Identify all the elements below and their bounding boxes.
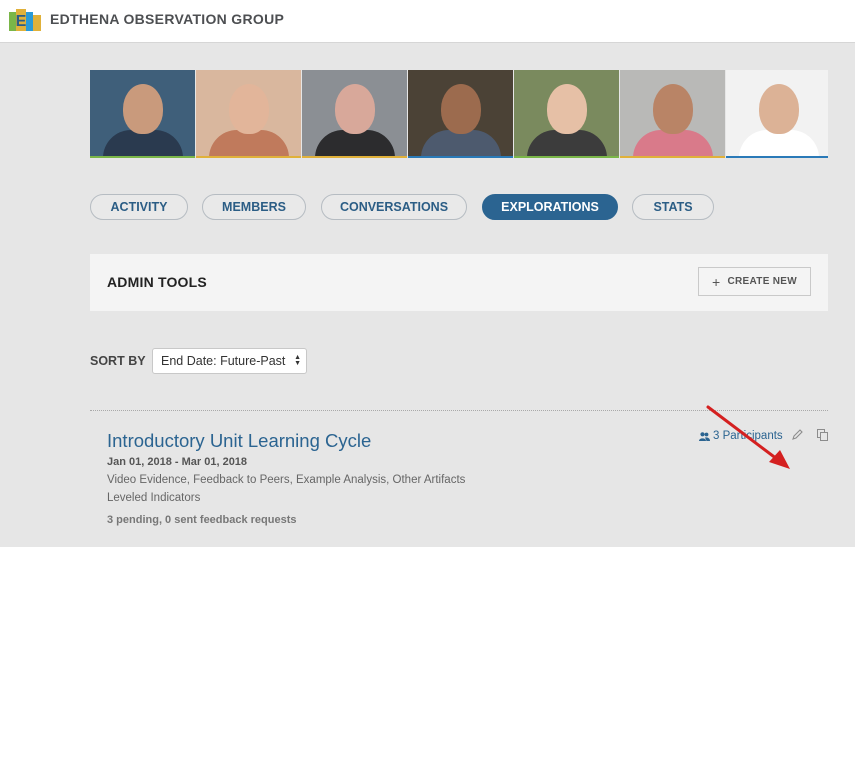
member-photo-5[interactable] (514, 70, 619, 158)
exploration-indicators: Leveled Indicators (107, 492, 201, 504)
photo-stripe (620, 156, 725, 158)
photo-stripe (408, 156, 513, 158)
photo-shoulders (208, 130, 289, 158)
photo-shoulders (314, 130, 395, 158)
tab-members[interactable]: MEMBERS (202, 194, 306, 220)
photo-face (440, 84, 481, 134)
plus-icon: + (712, 273, 721, 290)
select-arrows-icon: ▲ ▼ (294, 354, 301, 367)
copy-icon[interactable] (817, 429, 828, 441)
member-photo-banner (90, 70, 828, 158)
photo-stripe (90, 156, 195, 158)
logo-letter: E (16, 13, 27, 30)
tab-conversations[interactable]: CONVERSATIONS (321, 194, 467, 220)
edthena-logo[interactable]: E (9, 9, 41, 31)
photo-face (122, 84, 163, 134)
photo-shoulders (632, 130, 713, 158)
sort-selected-value: End Date: Future-Past (161, 354, 286, 368)
member-photo-6[interactable] (620, 70, 725, 158)
feedback-status: 3 pending, 0 sent feedback requests (107, 514, 297, 526)
tab-explorations[interactable]: EXPLORATIONS (482, 194, 618, 220)
sort-select[interactable]: End Date: Future-Past ▲ ▼ (152, 348, 307, 374)
top-bar: E EDTHENA OBSERVATION GROUP (0, 0, 855, 43)
photo-stripe (726, 156, 828, 158)
exploration-dates: Jan 01, 2018 - Mar 01, 2018 (107, 456, 248, 468)
create-new-button[interactable]: + CREATE NEW (698, 267, 811, 296)
photo-stripe (196, 156, 301, 158)
sort-by-label: SORT BY (90, 354, 146, 368)
member-photo-7[interactable] (726, 70, 828, 158)
member-photo-2[interactable] (196, 70, 301, 158)
photo-face (546, 84, 587, 134)
photo-shoulders (738, 130, 819, 158)
admin-tools-title: ADMIN TOOLS (107, 274, 207, 290)
admin-tools-panel: ADMIN TOOLS + CREATE NEW (90, 254, 828, 311)
photo-face (228, 84, 269, 134)
annotation-arrow (706, 405, 790, 469)
exploration-components: Video Evidence, Feedback to Peers, Examp… (107, 474, 466, 486)
photo-shoulders (526, 130, 607, 158)
member-photo-3[interactable] (302, 70, 407, 158)
photo-face (652, 84, 693, 134)
photo-face (758, 84, 799, 134)
photo-stripe (514, 156, 619, 158)
photo-stripe (302, 156, 407, 158)
member-photo-1[interactable] (90, 70, 195, 158)
photo-shoulders (102, 130, 183, 158)
tab-activity[interactable]: ACTIVITY (90, 194, 188, 220)
exploration-title[interactable]: Introductory Unit Learning Cycle (107, 430, 371, 452)
photo-face (334, 84, 375, 134)
member-photo-4[interactable] (408, 70, 513, 158)
create-new-label: CREATE NEW (727, 276, 797, 287)
tab-stats[interactable]: STATS (632, 194, 714, 220)
photo-shoulders (420, 130, 501, 158)
group-title: EDTHENA OBSERVATION GROUP (50, 11, 285, 27)
main-content: ACTIVITY MEMBERS CONVERSATIONS EXPLORATI… (0, 43, 855, 547)
